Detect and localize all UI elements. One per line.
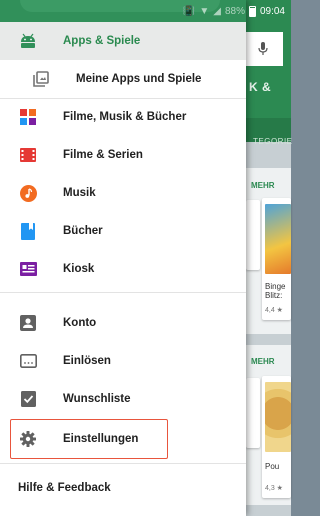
wifi-icon: ▼ [199, 5, 210, 17]
vibrate-icon: 📳 [182, 5, 196, 17]
card-title: Pou [265, 462, 280, 471]
voice-search-button[interactable] [243, 32, 283, 66]
nav-item-label: Konto [63, 317, 97, 329]
divider [0, 463, 246, 464]
divider [0, 292, 246, 293]
music-icon [18, 183, 38, 203]
entertainment-icon [18, 107, 38, 127]
redeem-icon [18, 351, 38, 371]
navigation-drawer: Apps & Spiele Meine Apps und Spiele Film… [0, 0, 246, 516]
nav-item-movies-tv[interactable]: Filme & Serien [0, 136, 246, 174]
android-icon [18, 31, 38, 51]
nav-item-label: Meine Apps und Spiele [76, 73, 202, 85]
background-tab[interactable]: K & [249, 80, 271, 94]
settings-highlight-box [10, 419, 168, 459]
more-link-1[interactable]: MEHR [251, 181, 275, 190]
book-icon [18, 221, 38, 241]
help-feedback-link[interactable]: Hilfe & Feedback [18, 482, 111, 494]
nav-item-label: Bücher [63, 225, 103, 237]
nav-item-redeem[interactable]: Einlösen [0, 342, 246, 380]
card-title: Binge Blitz: [265, 282, 286, 300]
nav-item-wishlist[interactable]: Wunschliste [0, 380, 246, 418]
clock: 09:04 [259, 5, 285, 17]
nav-item-label: Einlösen [63, 355, 111, 367]
nav-item-label: Musik [63, 187, 96, 199]
nav-item-music[interactable]: Musik [0, 174, 246, 212]
signal-icon: ◢ [213, 5, 221, 17]
status-bar: 📳 ▼ ◢ 88% 09:04 [0, 0, 291, 22]
nav-item-label: Apps & Spiele [63, 35, 141, 47]
wishlist-icon [18, 389, 38, 409]
background-card[interactable]: Binge Blitz: 4,4 ★ [262, 198, 291, 320]
card-rating: 4,3 ★ [265, 485, 283, 492]
nav-item-label: Wunschliste [63, 393, 131, 405]
more-link-2[interactable]: MEHR [251, 357, 275, 366]
app-cover-image [265, 382, 291, 452]
background-card[interactable] [246, 200, 260, 270]
film-icon [18, 145, 38, 165]
background-card[interactable] [246, 378, 260, 448]
app-cover-image [265, 204, 291, 274]
nav-item-account[interactable]: Konto [0, 304, 246, 342]
my-apps-icon [31, 69, 51, 89]
newsstand-icon [18, 259, 38, 279]
battery-icon [248, 5, 256, 17]
nav-item-label: Kiosk [63, 263, 95, 275]
background-card[interactable]: Pou 4,3 ★ [262, 376, 291, 498]
card-rating: 4,4 ★ [265, 307, 283, 314]
nav-item-label: Filme, Musik & Bücher [63, 111, 187, 123]
categories-tab[interactable]: TEGORIE [253, 137, 293, 146]
nav-item-my-apps[interactable]: Meine Apps und Spiele [0, 60, 246, 98]
battery-percent: 88% [224, 5, 245, 17]
mic-icon [258, 42, 268, 55]
nav-item-entertainment[interactable]: Filme, Musik & Bücher [0, 98, 246, 136]
nav-item-newsstand[interactable]: Kiosk [0, 250, 246, 288]
nav-item-label: Filme & Serien [63, 149, 143, 161]
nav-item-apps-games[interactable]: Apps & Spiele [0, 22, 246, 60]
nav-item-books[interactable]: Bücher [0, 212, 246, 250]
account-icon [18, 313, 38, 333]
